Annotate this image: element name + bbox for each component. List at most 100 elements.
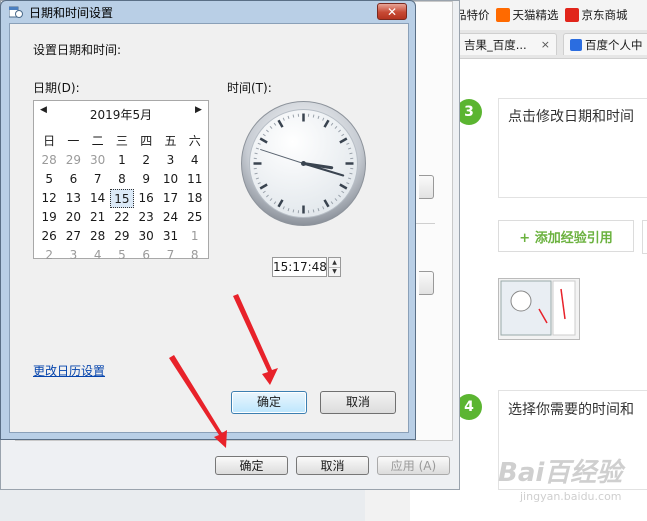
calendar-day[interactable]: 4 [183,151,207,170]
browser-tab[interactable]: 百度个人中 [563,33,647,55]
calendar-day[interactable]: 29 [61,151,85,170]
calendar-week-row: 26 27 28 29 30 31 1 [37,227,207,246]
dialog-body: 设置日期和时间: 日期(D): 时间(T): ◀ 2019年5月 ▶ 日一二三四… [9,23,409,433]
calendar-day[interactable]: 11 [183,170,207,189]
calendar-day[interactable]: 13 [61,189,85,208]
calendar-day[interactable]: 9 [134,170,158,189]
calendar-day[interactable]: 22 [110,208,134,227]
calendar-day[interactable]: 8 [110,170,134,189]
parent-apply-button[interactable]: 应用 (A) [377,456,450,475]
calendar-day[interactable]: 20 [61,208,85,227]
parent-side-button[interactable] [419,175,434,199]
calendar-day[interactable]: 3 [158,151,182,170]
calendar-day[interactable]: 8 [183,246,207,265]
baidu-watermark: Bai百经验 [498,458,623,488]
calendar-day[interactable]: 24 [158,208,182,227]
calendar[interactable]: ◀ 2019年5月 ▶ 日一二三四五六 28 29 30 1 2 3 4 5 6 7 8 9 10 11 1… [33,100,209,262]
calendar-day[interactable]: 26 [37,227,61,246]
browser-tab[interactable]: 吉果_百度... × [457,33,557,55]
calendar-day[interactable]: 28 [37,151,61,170]
close-tab-icon[interactable]: × [541,38,550,51]
calendar-day[interactable]: 21 [86,208,110,227]
time-input[interactable]: 15:17:48 [272,257,327,277]
weekday-label: 四 [140,134,153,148]
calendar-week-row: 2345678 [37,246,207,265]
calendar-day[interactable]: 2 [37,246,61,265]
calendar-day[interactable]: 5 [110,246,134,265]
bookmark-item[interactable]: 品特价 [455,7,490,23]
bookmark-item[interactable]: 天猫精选 [495,7,559,23]
tab-label: 吉果_百度... [464,37,527,52]
tab-label: 百度个人中 [585,37,643,52]
calendar-day[interactable]: 15 [109,189,135,208]
calendar-day[interactable]: 3 [61,246,85,265]
time-spinner[interactable]: ▲ ▼ [328,257,341,277]
calendar-day[interactable]: 31 [158,227,182,246]
month-title[interactable]: 2019年5月 [34,106,208,123]
calendar-day[interactable]: 4 [86,246,110,265]
baidu-paw-icon [570,38,582,51]
analog-clock [241,101,366,226]
calendar-day[interactable]: 5 [37,170,61,189]
dialog-title: 日期和时间设置 [29,5,114,20]
bookmarks-bar: 品特价 天猫精选 京东商城 [455,0,647,31]
step-text: 点击修改日期和时间 [508,109,634,125]
time-label: 时间(T): [227,81,272,95]
parent-cancel-button[interactable]: 取消 [296,456,369,475]
jd-icon [564,8,579,22]
calendar-day[interactable]: 17 [158,189,182,208]
calendar-day[interactable]: 18 [183,189,207,208]
weekday-header-row: 日一二三四五六 [37,132,207,151]
calendar-day[interactable]: 23 [134,208,158,227]
calendar-day[interactable]: 7 [158,246,182,265]
calendar-day[interactable]: 27 [61,227,85,246]
calendar-day[interactable]: 6 [134,246,158,265]
change-calendar-settings-link[interactable]: 更改日历设置 [33,362,105,379]
bookmark-label: 京东商城 [581,8,628,22]
date-time-settings-dialog: 日期和时间设置 ✕ 设置日期和时间: 日期(D): 时间(T): ◀ 2019年… [0,0,416,440]
step-text: 选择你需要的时间和 [508,402,634,418]
calendar-clock-icon [9,6,23,18]
cancel-button[interactable]: 取消 [320,391,396,414]
calendar-day[interactable]: 10 [158,170,182,189]
calendar-day[interactable]: 30 [86,151,110,170]
parent-side-button[interactable] [419,271,434,295]
spin-down-icon[interactable]: ▼ [329,267,340,276]
bookmark-item[interactable]: 京东商城 [564,7,628,23]
calendar-day[interactable]: 1 [110,151,134,170]
calendar-day[interactable]: 6 [61,170,85,189]
secondary-button[interactable] [642,220,647,254]
heading-label: 设置日期和时间: [33,43,122,57]
parent-ok-button[interactable]: 确定 [215,456,288,475]
calendar-day[interactable]: 2 [134,151,158,170]
calendar-day[interactable]: 1 [183,227,207,246]
calendar-day[interactable]: 25 [183,208,207,227]
next-month-icon[interactable]: ▶ [195,105,202,115]
weekday-label: 二 [91,134,104,148]
calendar-day[interactable]: 14 [86,189,110,208]
date-label: 日期(D): [33,81,80,95]
bookmark-label: 天猫精选 [512,8,559,22]
calendar-day[interactable]: 16 [134,189,158,208]
weekday-label: 一 [67,134,80,148]
calendar-week-row: 12 13 14 15 16 17 18 [37,189,207,208]
taobao-icon [495,8,510,22]
calendar-week-row: 28 29 30 1 2 3 4 [37,151,207,170]
calendar-header: ◀ 2019年5月 ▶ [34,101,208,123]
calendar-day[interactable]: 7 [86,170,110,189]
step-screenshot-thumbnail[interactable] [498,278,580,340]
calendar-day[interactable]: 29 [110,227,134,246]
calendar-day[interactable]: 28 [86,227,110,246]
calendar-day[interactable]: 19 [37,208,61,227]
weekday-label: 三 [115,134,128,148]
calendar-week-row: 19 20 21 22 23 24 25 [37,208,207,227]
calendar-day[interactable]: 12 [37,189,61,208]
weekday-label: 日 [43,134,56,148]
add-reference-button[interactable]: + 添加经验引用 [498,220,634,252]
ok-button[interactable]: 确定 [231,391,307,414]
bookmark-label: 品特价 [455,8,490,22]
weekday-label: 六 [188,134,201,148]
close-button[interactable]: ✕ [377,3,407,20]
dialog-titlebar[interactable]: 日期和时间设置 [1,1,415,23]
calendar-day[interactable]: 30 [134,227,158,246]
